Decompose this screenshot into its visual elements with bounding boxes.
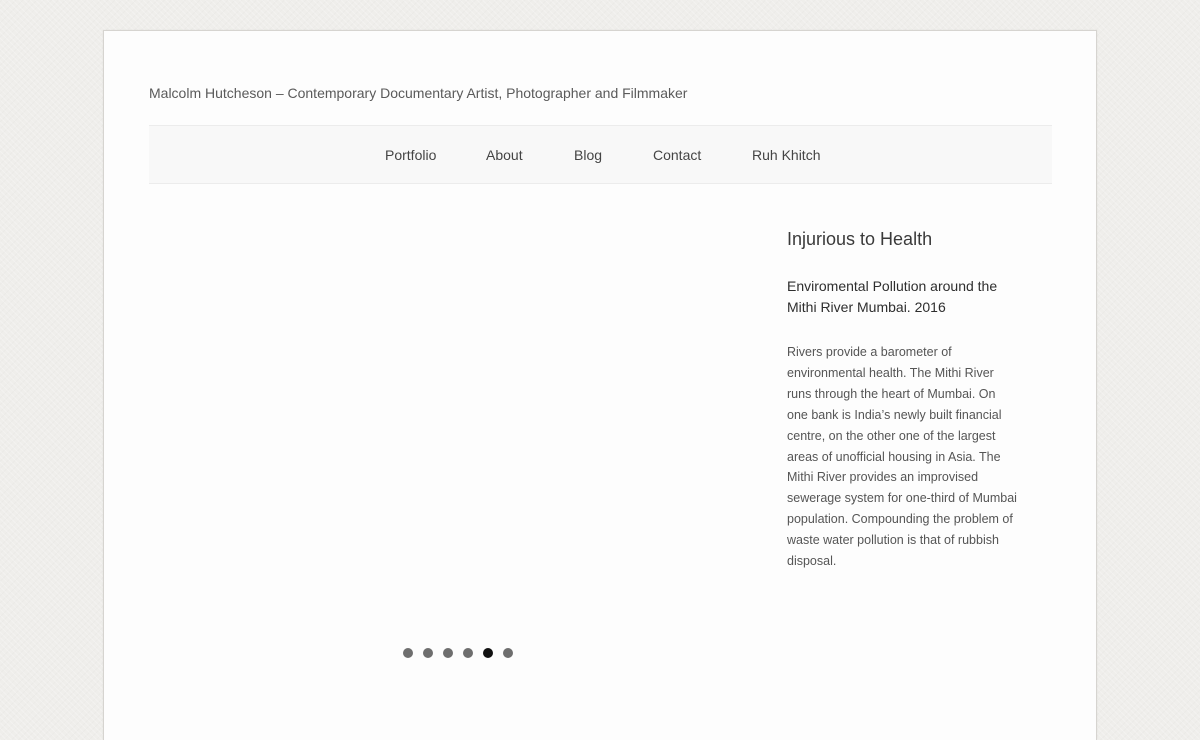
caption-body: Rivers provide a barometer of environmen… [787, 345, 1017, 569]
slider-dot-3[interactable] [443, 648, 453, 658]
slider-dot-6[interactable] [503, 648, 513, 658]
site-title[interactable]: Malcolm Hutcheson – Contemporary Documen… [149, 85, 687, 101]
slide-caption: Injurious to Health Enviromental Polluti… [787, 227, 1019, 572]
slider-dot-4[interactable] [463, 648, 473, 658]
nav-item-blog[interactable]: Blog [574, 147, 602, 163]
caption-title: Injurious to Health [787, 229, 933, 249]
slider-dot-5[interactable] [483, 648, 493, 658]
slider-pagination [403, 648, 513, 660]
slider-dot-1[interactable] [403, 648, 413, 658]
slider-dot-2[interactable] [423, 648, 433, 658]
nav-item-contact[interactable]: Contact [653, 147, 701, 163]
caption-subtitle: Enviromental Pollution around the Mithi … [787, 278, 998, 315]
main-navigation: Portfolio About Blog Contact Ruh Khitch [149, 125, 1052, 184]
page-container: Malcolm Hutcheson – Contemporary Documen… [103, 30, 1097, 740]
nav-item-ruh-khitch[interactable]: Ruh Khitch [752, 147, 820, 163]
nav-item-about[interactable]: About [486, 147, 523, 163]
nav-item-portfolio[interactable]: Portfolio [385, 147, 436, 163]
slideshow-image-area[interactable] [149, 206, 759, 616]
